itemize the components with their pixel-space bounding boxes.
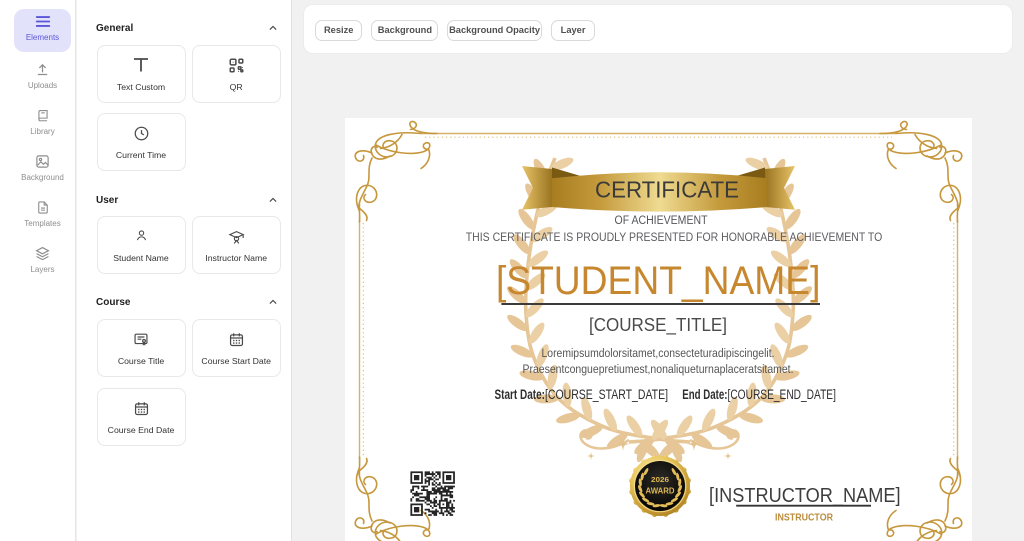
svg-text:OF ACHIEVEMENT: OF ACHIEVEMENT <box>615 213 708 227</box>
svg-text:2026: 2026 <box>651 475 669 484</box>
svg-text:[COURSE_END_DATE]: [COURSE_END_DATE] <box>728 387 836 402</box>
svg-text:Start Date:: Start Date: <box>495 387 546 402</box>
svg-text:[STUDENT_NAME]: [STUDENT_NAME] <box>496 259 821 303</box>
svg-text:End Date:: End Date: <box>682 387 727 402</box>
svg-text:Praesentconguepretiumest,nonal: Praesentconguepretiumest,nonaliqueturnap… <box>523 362 794 376</box>
svg-text:CERTIFICATE: CERTIFICATE <box>595 176 739 202</box>
svg-text:[COURSE_TITLE]: [COURSE_TITLE] <box>589 314 727 336</box>
svg-text:THIS CERTIFICATE IS PROUDLY PR: THIS CERTIFICATE IS PROUDLY PRESENTED FO… <box>466 230 883 244</box>
svg-text:[COURSE_START_DATE]: [COURSE_START_DATE] <box>545 387 668 402</box>
svg-text:[INSTRUCTOR_NAME]: [INSTRUCTOR_NAME] <box>709 485 901 507</box>
svg-text:AWARD: AWARD <box>646 486 675 496</box>
svg-text:Loremipsumdolorsitamet,consect: Loremipsumdolorsitamet,consecteturadipis… <box>542 346 775 360</box>
svg-text:INSTRUCTOR: INSTRUCTOR <box>775 513 834 524</box>
